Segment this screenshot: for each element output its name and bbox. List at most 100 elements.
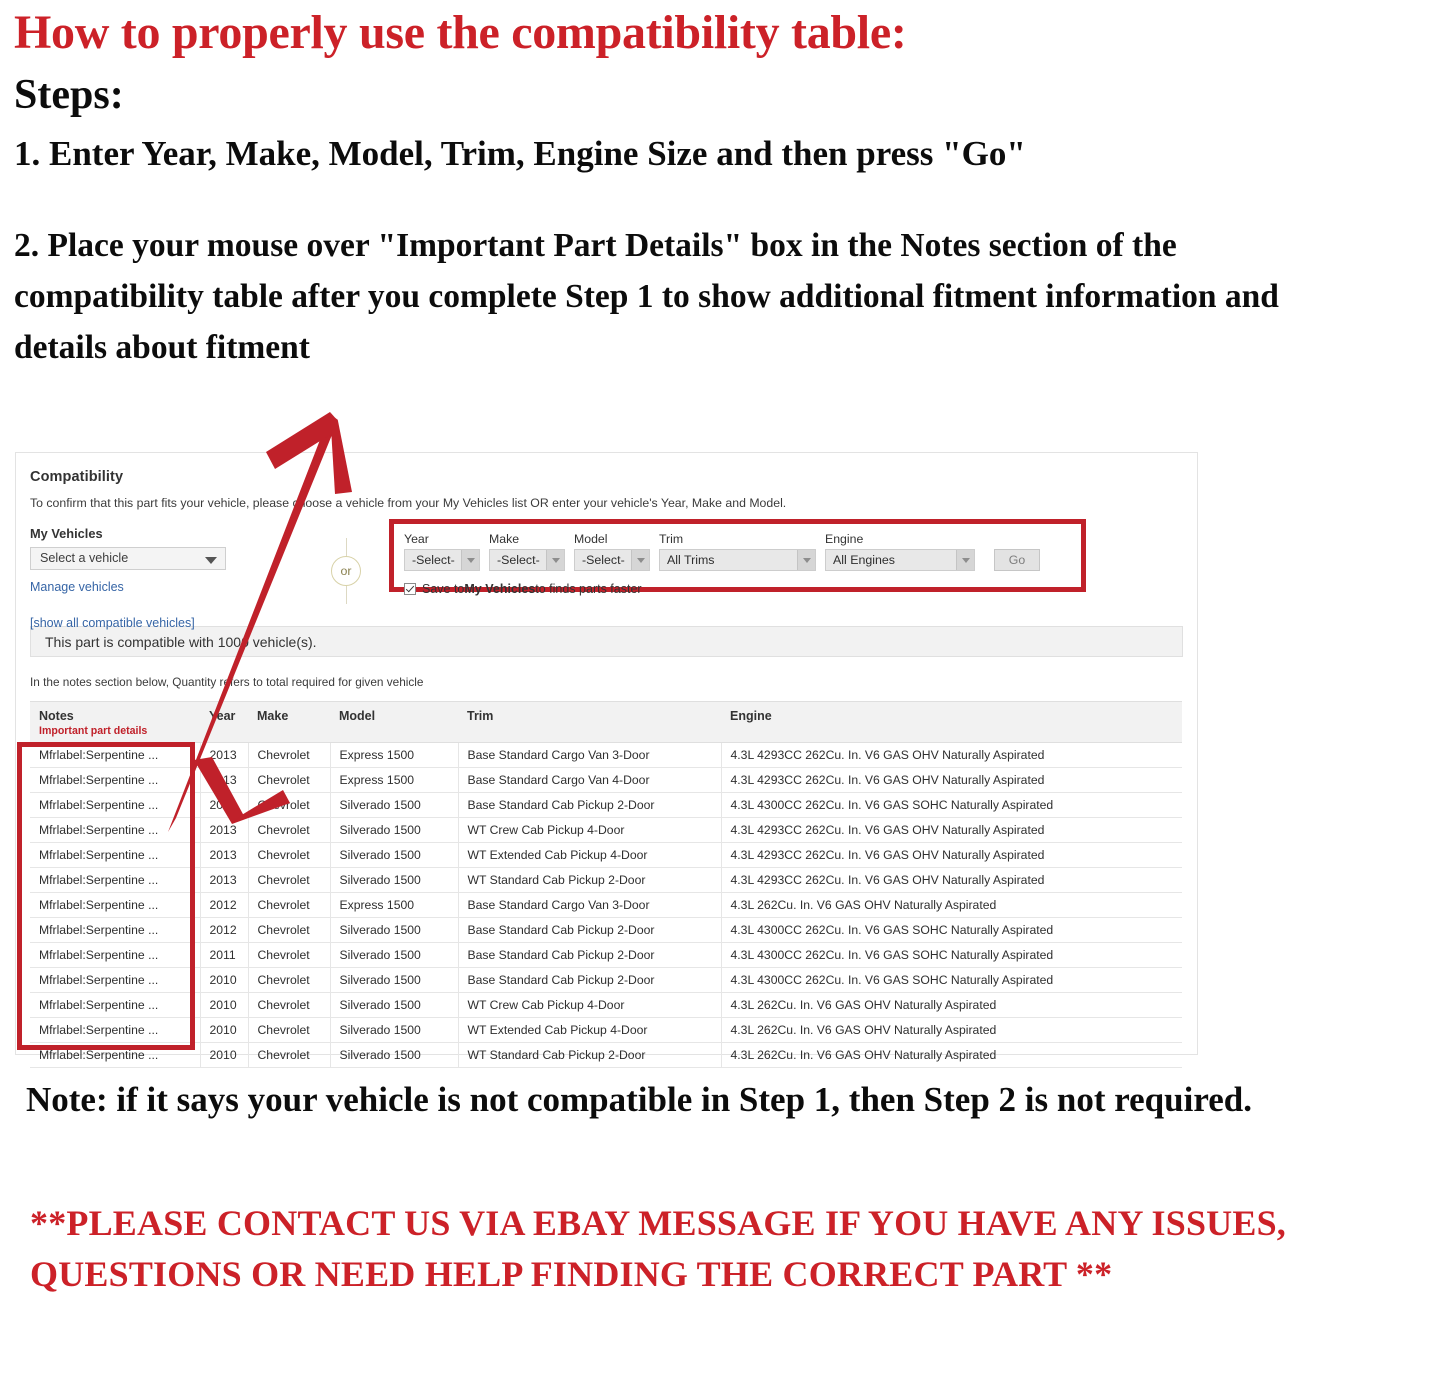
vehicle-chooser-row: My Vehicles Select a vehicle Manage vehi…: [30, 519, 1183, 630]
year-field-group: Year -Select-: [404, 532, 480, 571]
table-header-row: Notes Important part details Year Make M…: [30, 701, 1182, 743]
cell-year: 2013: [200, 742, 249, 768]
cell-make: Chevrolet: [248, 992, 331, 1018]
cell-model: Express 1500: [330, 767, 459, 793]
column-header-make[interactable]: Make: [248, 701, 330, 743]
cell-engine: 4.3L 4300CC 262Cu. In. V6 GAS SOHC Natur…: [721, 792, 1182, 818]
cell-notes: Mfrlabel:Serpentine ...: [30, 917, 201, 943]
go-button[interactable]: Go: [994, 549, 1040, 571]
table-row[interactable]: Mfrlabel:Serpentine ... 2010 Chevrolet Silv…: [30, 1017, 1182, 1043]
contact-us-text: **PLEASE CONTACT US VIA EBAY MESSAGE IF …: [30, 1203, 1287, 1295]
make-select[interactable]: -Select-: [489, 549, 565, 571]
cell-year: 2012: [200, 892, 249, 918]
show-all-compatible-vehicles-link[interactable]: [show all compatible vehicles]: [30, 616, 290, 630]
manage-vehicles-link[interactable]: Manage vehicles: [30, 580, 290, 594]
cell-year: 2013: [200, 817, 249, 843]
cell-year: 2013: [200, 767, 249, 793]
cell-trim: Base Standard Cab Pickup 2-Door: [458, 792, 722, 818]
cell-notes: Mfrlabel:Serpentine ...: [30, 817, 201, 843]
cell-engine: 4.3L 4300CC 262Cu. In. V6 GAS SOHC Natur…: [721, 967, 1182, 993]
chevron-down-icon: [205, 557, 217, 564]
table-row[interactable]: Mfrlabel:Serpentine ... 2013 Chevrolet Expr…: [30, 742, 1182, 768]
column-header-trim[interactable]: Trim: [458, 701, 721, 743]
cell-model: Express 1500: [330, 742, 459, 768]
cell-engine: 4.3L 262Cu. In. V6 GAS OHV Naturally Asp…: [721, 992, 1182, 1018]
table-row[interactable]: Mfrlabel:Serpentine ... 2010 Chevrolet Silv…: [30, 967, 1182, 993]
cell-make: Chevrolet: [248, 917, 331, 943]
cell-notes: Mfrlabel:Serpentine ...: [30, 767, 201, 793]
column-header-model[interactable]: Model: [330, 701, 458, 743]
cell-engine: 4.3L 4300CC 262Cu. In. V6 GAS SOHC Natur…: [721, 942, 1182, 968]
cell-notes: Mfrlabel:Serpentine ...: [30, 967, 201, 993]
cell-model: Silverado 1500: [330, 1017, 459, 1043]
year-select[interactable]: -Select-: [404, 549, 480, 571]
instructions-block: How to properly use the compatibility ta…: [14, 6, 1414, 374]
table-row[interactable]: Mfrlabel:Serpentine ... 2011 Chevrolet Silv…: [30, 942, 1182, 968]
cell-trim: Base Standard Cab Pickup 2-Door: [458, 917, 722, 943]
cell-year: 2013: [200, 842, 249, 868]
cell-make: Chevrolet: [248, 892, 331, 918]
cell-trim: Base Standard Cargo Van 3-Door: [458, 742, 722, 768]
cell-make: Chevrolet: [248, 842, 331, 868]
cell-year: 2010: [200, 967, 249, 993]
cell-make: Chevrolet: [248, 742, 331, 768]
cell-make: Chevrolet: [248, 1042, 331, 1068]
cell-engine: 4.3L 4293CC 262Cu. In. V6 GAS OHV Natura…: [721, 842, 1182, 868]
year-value: -Select-: [412, 553, 455, 567]
make-value: -Select-: [497, 553, 540, 567]
table-row[interactable]: Mfrlabel:Serpentine ... 2010 Chevrolet Silv…: [30, 992, 1182, 1018]
trim-label: Trim: [659, 532, 684, 546]
table-row[interactable]: Mfrlabel:Serpentine ... 2013 Chevrolet Silv…: [30, 792, 1182, 818]
cell-model: Silverado 1500: [330, 842, 459, 868]
cell-make: Chevrolet: [248, 792, 331, 818]
cell-model: Silverado 1500: [330, 867, 459, 893]
cell-make: Chevrolet: [248, 867, 331, 893]
cell-notes: Mfrlabel:Serpentine ...: [30, 867, 201, 893]
table-row[interactable]: Mfrlabel:Serpentine ... 2013 Chevrolet Silv…: [30, 842, 1182, 868]
cell-notes: Mfrlabel:Serpentine ...: [30, 942, 201, 968]
bottom-note-text: Note: if it says your vehicle is not com…: [26, 1080, 1252, 1119]
trim-value: All Trims: [667, 553, 715, 567]
column-header-engine[interactable]: Engine: [721, 701, 1182, 743]
cell-trim: Base Standard Cab Pickup 2-Door: [458, 942, 722, 968]
cell-make: Chevrolet: [248, 817, 331, 843]
year-label: Year: [404, 532, 429, 546]
cell-model: Silverado 1500: [330, 1042, 459, 1068]
cell-engine: 4.3L 4293CC 262Cu. In. V6 GAS OHV Natura…: [721, 867, 1182, 893]
my-vehicles-dropdown[interactable]: Select a vehicle: [30, 547, 226, 570]
table-row[interactable]: Mfrlabel:Serpentine ... 2012 Chevrolet Expr…: [30, 892, 1182, 918]
table-row[interactable]: Mfrlabel:Serpentine ... 2010 Chevrolet Silv…: [30, 1042, 1182, 1068]
trim-select[interactable]: All Trims: [659, 549, 816, 571]
column-header-year[interactable]: Year: [200, 701, 248, 743]
cell-trim: Base Standard Cargo Van 3-Door: [458, 892, 722, 918]
cell-engine: 4.3L 4293CC 262Cu. In. V6 GAS OHV Natura…: [721, 742, 1182, 768]
page-title: How to properly use the compatibility ta…: [14, 6, 907, 59]
cell-notes: Mfrlabel:Serpentine ...: [30, 1042, 201, 1068]
table-row[interactable]: Mfrlabel:Serpentine ... 2012 Chevrolet Silv…: [30, 917, 1182, 943]
table-row[interactable]: Mfrlabel:Serpentine ... 2013 Chevrolet Silv…: [30, 817, 1182, 843]
column-header-notes[interactable]: Notes Important part details: [30, 701, 200, 743]
cell-year: 2011: [200, 942, 249, 968]
table-row[interactable]: Mfrlabel:Serpentine ... 2013 Chevrolet Silv…: [30, 867, 1182, 893]
compatibility-panel: Compatibility To confirm that this part …: [15, 452, 1198, 1068]
cell-make: Chevrolet: [248, 767, 331, 793]
cell-trim: WT Standard Cab Pickup 2-Door: [458, 1042, 722, 1068]
my-vehicles-block: My Vehicles Select a vehicle Manage vehi…: [30, 526, 290, 630]
cell-model: Silverado 1500: [330, 817, 459, 843]
chevron-down-icon: [461, 550, 479, 570]
or-separator: or: [319, 538, 375, 604]
engine-value: All Engines: [833, 553, 895, 567]
cell-trim: WT Extended Cab Pickup 4-Door: [458, 842, 722, 868]
save-to-my-vehicles-row[interactable]: Save to My Vehicles to finds parts faste…: [404, 582, 642, 596]
cell-model: Silverado 1500: [330, 967, 459, 993]
model-select[interactable]: -Select-: [574, 549, 650, 571]
cell-model: Silverado 1500: [330, 792, 459, 818]
compatibility-table: Notes Important part details Year Make M…: [30, 701, 1182, 1068]
save-to-my-vehicles-checkbox[interactable]: [404, 583, 416, 595]
cell-notes: Mfrlabel:Serpentine ...: [30, 892, 201, 918]
chevron-down-icon: [956, 550, 974, 570]
step-1-text: 1. Enter Year, Make, Model, Trim, Engine…: [14, 134, 1026, 174]
model-value: -Select-: [582, 553, 625, 567]
table-row[interactable]: Mfrlabel:Serpentine ... 2013 Chevrolet Expr…: [30, 767, 1182, 793]
engine-select[interactable]: All Engines: [825, 549, 975, 571]
